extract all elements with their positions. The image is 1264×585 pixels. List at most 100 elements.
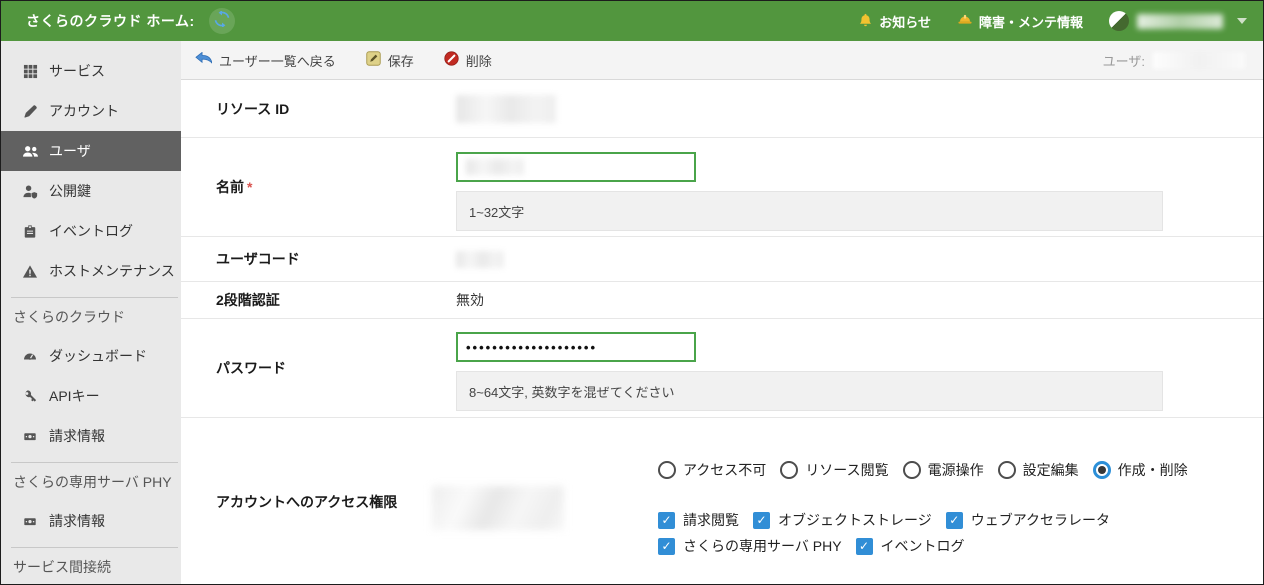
- sidebar-item-account[interactable]: アカウント: [1, 91, 181, 131]
- radio-label: アクセス不可: [683, 460, 766, 480]
- two-factor-row: 2段階認証 無効: [181, 282, 1263, 319]
- radio-no-access[interactable]: アクセス不可: [658, 460, 766, 480]
- radio-icon: [658, 461, 676, 479]
- checkbox-label: イベントログ: [881, 536, 965, 556]
- toolbar-user-prefix: ユーザ:: [1103, 51, 1145, 70]
- name-row: 名前* 1~32文字: [181, 138, 1263, 237]
- save-button-label: 保存: [388, 51, 414, 70]
- app-window: さくらのクラウド ホーム: お知らせ 障害・メンテ情報: [0, 0, 1264, 585]
- toolbar: ユーザー一覧へ戻る 保存 削除 ユーザ:: [181, 41, 1263, 80]
- checkbox-checked-icon: ✓: [856, 538, 873, 555]
- checkbox-event-log[interactable]: ✓ イベントログ: [856, 536, 965, 556]
- name-hint: 1~32文字: [456, 191, 1163, 231]
- checkbox-dedicated-server-phy[interactable]: ✓ さくらの専用サーバ PHY: [658, 536, 842, 556]
- checkbox-label: オブジェクトストレージ: [778, 510, 932, 530]
- bill-icon: [21, 430, 39, 443]
- sidebar-item-billing-phy[interactable]: 請求情報: [1, 501, 181, 541]
- name-label: 名前*: [181, 138, 456, 236]
- sidebar-item-dashboard[interactable]: ダッシュボード: [1, 336, 181, 376]
- required-asterisk: *: [247, 179, 252, 195]
- radio-create-delete[interactable]: 作成・削除: [1093, 460, 1188, 480]
- permission-controls: アクセス不可 リソース閲覧 電源操作: [658, 418, 1188, 584]
- checkbox-checked-icon: ✓: [658, 538, 675, 555]
- sidebar-item-api-key[interactable]: APIキー: [1, 376, 181, 416]
- grid-icon: [21, 64, 39, 79]
- password-label: パスワード: [181, 319, 456, 417]
- checkbox-label: さくらの専用サーバ PHY: [683, 536, 842, 556]
- radio-resource-view[interactable]: リソース閲覧: [780, 460, 888, 480]
- sidebar-item-label: ホストメンテナンス: [49, 261, 175, 281]
- resource-id-label: リソース ID: [181, 80, 456, 137]
- chevron-down-icon[interactable]: [1237, 18, 1247, 24]
- sidebar-section-dedicated-server-phy: さくらの専用サーバ PHY: [1, 463, 181, 501]
- sidebar-item-public-keys[interactable]: 公開鍵: [1, 171, 181, 211]
- sidebar-item-users[interactable]: ユーザ: [1, 131, 181, 171]
- main-content: ユーザー一覧へ戻る 保存 削除 ユーザ:: [181, 41, 1263, 584]
- maintenance-label: 障害・メンテ情報: [979, 12, 1083, 31]
- refresh-icon: [214, 11, 230, 32]
- checkbox-label: 請求閲覧: [683, 510, 739, 530]
- user-avatar: [1109, 11, 1129, 31]
- user-code-row: ユーザコード: [181, 237, 1263, 282]
- back-to-user-list-button[interactable]: ユーザー一覧へ戻る: [195, 51, 336, 70]
- checkbox-billing-view[interactable]: ✓ 請求閲覧: [658, 510, 739, 530]
- bell-icon: [858, 12, 873, 31]
- user-edit-form: リソース ID 名前* 1~32文字: [181, 80, 1263, 584]
- pen-icon: [21, 104, 39, 119]
- radio-selected-icon: [1093, 461, 1111, 479]
- sidebar-item-label: 請求情報: [49, 426, 105, 446]
- checkbox-checked-icon: ✓: [753, 512, 770, 529]
- delete-icon: [444, 51, 459, 69]
- radio-settings-edit[interactable]: 設定編集: [998, 460, 1079, 480]
- permissions-label: アカウントへのアクセス権限: [181, 418, 456, 584]
- top-header-bar: さくらのクラウド ホーム: お知らせ 障害・メンテ情報: [1, 1, 1263, 41]
- radio-label: リソース閲覧: [805, 460, 888, 480]
- sidebar-item-label: サービス: [49, 61, 105, 81]
- header-right-group: お知らせ 障害・メンテ情報: [858, 11, 1263, 31]
- user-code-label: ユーザコード: [181, 237, 456, 281]
- back-button-label: ユーザー一覧へ戻る: [219, 51, 336, 70]
- announcements-link[interactable]: お知らせ: [858, 12, 931, 31]
- password-masked-value: ••••••••••••••••••••: [466, 340, 597, 355]
- sidebar-item-host-maintenance[interactable]: ホストメンテナンス: [1, 251, 181, 291]
- sidebar-item-label: アカウント: [49, 101, 119, 121]
- users-icon: [21, 144, 39, 159]
- refresh-button[interactable]: [209, 8, 235, 34]
- save-pencil-icon: [366, 51, 381, 69]
- maintenance-info-link[interactable]: 障害・メンテ情報: [957, 12, 1083, 31]
- sidebar-item-label: 請求情報: [49, 511, 105, 531]
- radio-power-operation[interactable]: 電源操作: [903, 460, 984, 480]
- warning-icon: [21, 264, 39, 279]
- radio-icon: [903, 461, 921, 479]
- checkbox-object-storage[interactable]: ✓ オブジェクトストレージ: [753, 510, 932, 530]
- checkbox-checked-icon: ✓: [658, 512, 675, 529]
- sidebar: サービス アカウント ユーザ 公開鍵 イベントログ ホストメンテナンス: [1, 41, 181, 584]
- user-shield-icon: [21, 184, 39, 199]
- radio-icon: [780, 461, 798, 479]
- password-input[interactable]: ••••••••••••••••••••: [456, 332, 696, 362]
- sidebar-item-event-log[interactable]: イベントログ: [1, 211, 181, 251]
- bill-icon: [21, 515, 39, 528]
- resource-id-row: リソース ID: [181, 80, 1263, 138]
- delete-button-label: 削除: [466, 51, 492, 70]
- save-button[interactable]: 保存: [366, 51, 414, 70]
- radio-label: 電源操作: [928, 460, 984, 480]
- resource-id-value-redacted: [456, 95, 556, 123]
- permission-level-radios: アクセス不可 リソース閲覧 電源操作: [658, 460, 1188, 480]
- sidebar-section-sakura-cloud: さくらのクラウド: [1, 298, 181, 336]
- app-title: さくらのクラウド ホーム:: [1, 11, 195, 31]
- name-label-text: 名前: [216, 177, 244, 197]
- sidebar-item-billing-cloud[interactable]: 請求情報: [1, 416, 181, 456]
- sidebar-item-label: イベントログ: [49, 221, 133, 241]
- checkbox-label: ウェブアクセラレータ: [971, 510, 1110, 530]
- account-permissions-row: アカウントへのアクセス権限 アクセス不可 リソース閲覧: [181, 418, 1263, 584]
- delete-button[interactable]: 削除: [444, 51, 492, 70]
- radio-label: 作成・削除: [1118, 460, 1188, 480]
- sidebar-item-label: ダッシュボード: [49, 346, 147, 366]
- user-code-value-redacted: [456, 251, 504, 268]
- name-input[interactable]: [456, 152, 696, 182]
- checkbox-web-accelerator[interactable]: ✓ ウェブアクセラレータ: [946, 510, 1110, 530]
- sidebar-item-services[interactable]: サービス: [1, 51, 181, 91]
- password-row: パスワード •••••••••••••••••••• 8~64文字, 英数字を混…: [181, 319, 1263, 418]
- two-factor-value: 無効: [456, 282, 484, 318]
